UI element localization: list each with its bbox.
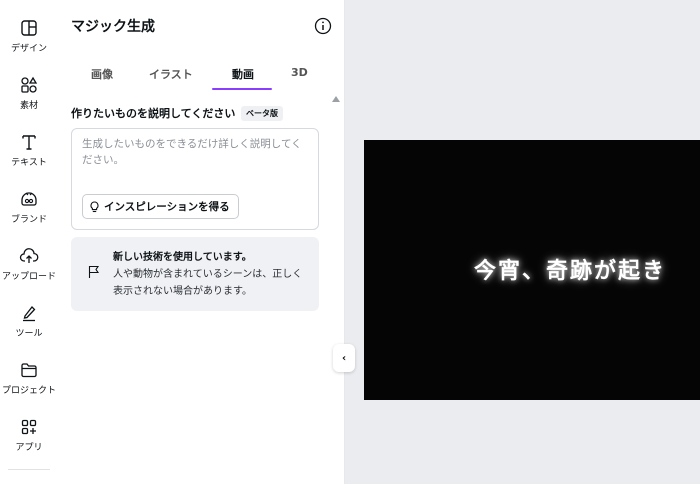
rail-item-label: アプリ [15,443,43,453]
lightbulb-icon [90,200,99,212]
side-rail: デザイン 素材 テキスト ブランド アップロード ツール プロジェクト アプリ [0,0,59,484]
rail-item-projects[interactable]: プロジェクト [0,360,58,396]
canvas-caption-text[interactable]: 今宵、奇跡が起き [474,253,666,285]
collapse-panel-button[interactable]: ‹ [333,344,355,372]
upload-icon [19,248,39,263]
rail-item-upload[interactable]: アップロード [0,246,58,282]
rail-item-label: ツール [15,329,43,339]
rail-item-design[interactable]: デザイン [0,18,58,54]
rail-item-label: テキスト [11,158,47,168]
tab-bar: 画像 イラスト 動画 3D [58,56,344,92]
rail-divider [8,469,50,470]
rail-item-apps[interactable]: アプリ [0,417,58,453]
folder-icon [21,363,37,378]
prompt-input[interactable] [82,136,308,176]
rail-item-tools[interactable]: ツール [0,303,58,339]
brand-icon [21,192,37,206]
scroll-up-arrow[interactable] [332,96,340,102]
magic-media-panel: マジック生成 画像 イラスト 動画 3D 作りたいものを説明してください ベータ… [58,0,345,484]
flag-icon [88,265,100,278]
rail-item-label: アップロード [1,272,56,282]
design-canvas[interactable]: 今宵、奇跡が起き [364,140,700,400]
info-icon[interactable] [314,17,332,35]
notice-box: 新しい技術を使用しています。 人や動物が含まれているシーンは、正しく表示されない… [71,237,319,311]
tab-illustration[interactable]: イラスト [149,66,193,82]
notice-body: 人や動物が含まれているシーンは、正しく表示されない場合があります。 [113,269,303,297]
chevron-left-icon: ‹ [341,352,347,364]
panel-title: マジック生成 [71,19,155,35]
rail-item-label: プロジェクト [1,386,56,396]
rail-item-label: ブランド [10,215,47,225]
tab-video[interactable]: 動画 [232,66,254,82]
beta-badge: ベータ版 [241,106,283,121]
rail-item-elements[interactable]: 素材 [0,75,58,111]
tab-3d[interactable]: 3D [291,66,308,79]
elements-icon [21,76,38,93]
layout-icon [21,20,37,36]
inspiration-button-label: インスピレーションを得る [104,201,230,213]
rail-item-label: 素材 [19,101,38,111]
description-label: 作りたいものを説明してください [71,107,236,120]
notice-title: 新しい技術を使用しています。 [113,252,252,263]
active-tab-indicator [212,88,272,90]
tab-image[interactable]: 画像 [91,66,113,82]
apps-icon [21,419,37,435]
rail-item-text[interactable]: テキスト [0,132,58,168]
draw-tool-icon [23,306,36,322]
inspiration-button[interactable]: インスピレーションを得る [82,194,239,219]
prompt-box: インスピレーションを得る [71,128,319,230]
rail-item-label: デザイン [10,44,47,54]
text-icon [22,135,36,150]
rail-item-brand[interactable]: ブランド [0,189,58,225]
